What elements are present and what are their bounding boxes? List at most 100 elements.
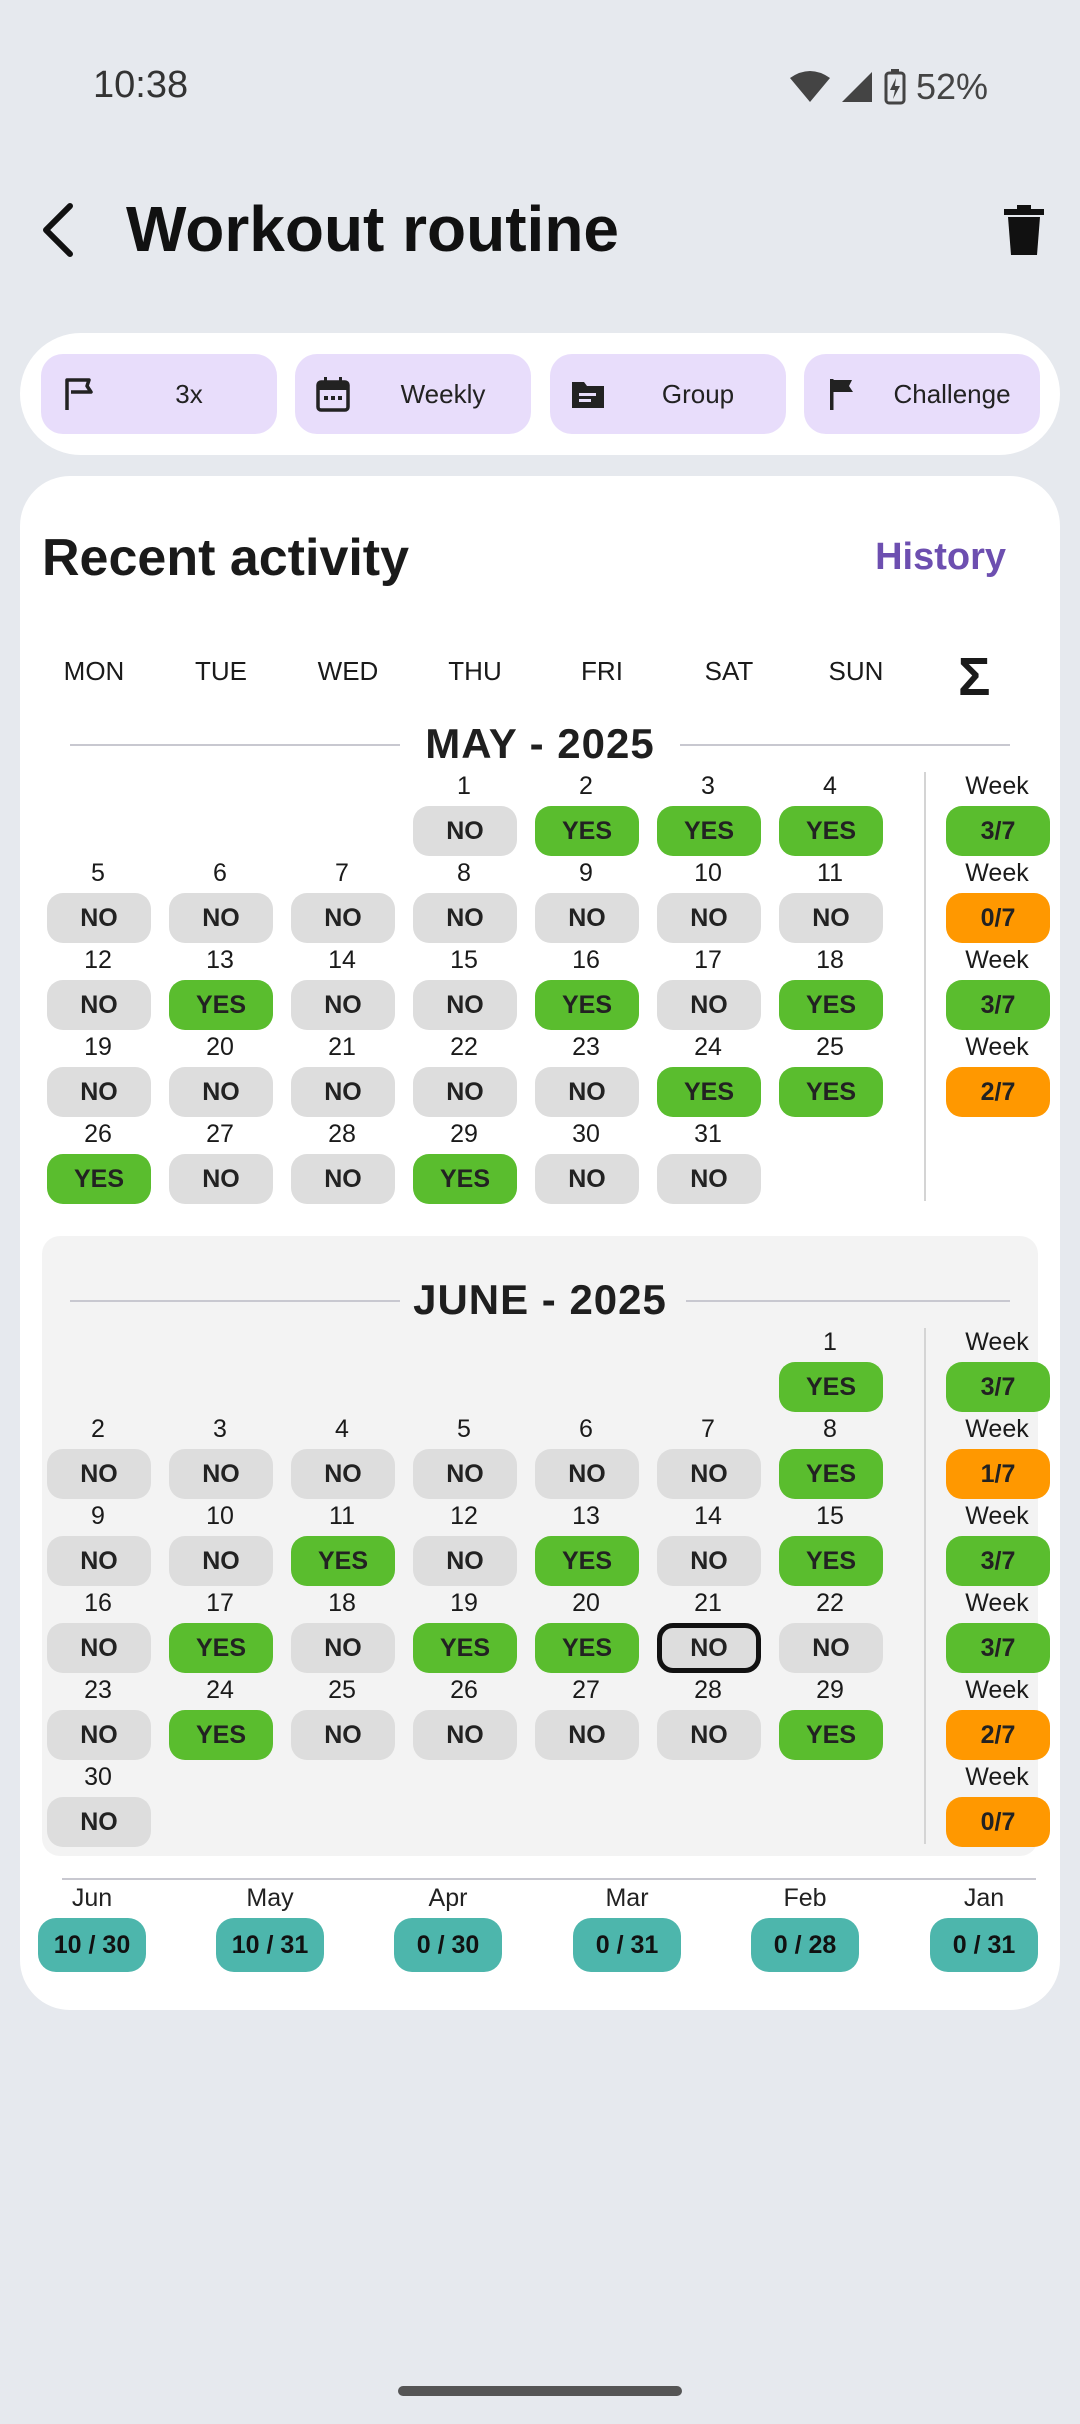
day-cell[interactable]: 26 YES bbox=[45, 1120, 151, 1204]
day-cell[interactable]: 13 YES bbox=[167, 946, 273, 1030]
day-cell[interactable]: 28 NO bbox=[655, 1676, 761, 1760]
day-cell[interactable]: 27 NO bbox=[167, 1120, 273, 1204]
day-status[interactable]: YES bbox=[47, 1154, 151, 1204]
day-cell[interactable]: 2 YES bbox=[533, 772, 639, 856]
day-status[interactable]: YES bbox=[535, 1536, 639, 1586]
day-status[interactable]: NO bbox=[657, 1154, 761, 1204]
day-cell[interactable]: 16 NO bbox=[45, 1589, 151, 1673]
day-cell[interactable]: 1 NO bbox=[411, 772, 517, 856]
day-cell[interactable]: 23 NO bbox=[45, 1676, 151, 1760]
day-cell[interactable]: 3 YES bbox=[655, 772, 761, 856]
day-status[interactable]: YES bbox=[535, 980, 639, 1030]
day-cell[interactable]: 30 NO bbox=[533, 1120, 639, 1204]
day-cell[interactable]: 2 NO bbox=[45, 1415, 151, 1499]
month-summary-item[interactable]: May 10 / 31 bbox=[216, 1884, 324, 1974]
day-status[interactable]: NO bbox=[413, 980, 517, 1030]
day-status[interactable]: YES bbox=[779, 1449, 883, 1499]
day-status[interactable]: NO bbox=[291, 1449, 395, 1499]
day-status[interactable]: NO bbox=[535, 1710, 639, 1760]
back-button[interactable] bbox=[28, 200, 88, 260]
day-cell[interactable]: 17 YES bbox=[167, 1589, 273, 1673]
day-status[interactable]: YES bbox=[169, 1710, 273, 1760]
month-summary-item[interactable]: Apr 0 / 30 bbox=[394, 1884, 502, 1974]
day-status[interactable]: NO bbox=[169, 893, 273, 943]
day-status[interactable]: NO bbox=[413, 1067, 517, 1117]
day-cell[interactable]: 17 NO bbox=[655, 946, 761, 1030]
day-cell[interactable]: 27 NO bbox=[533, 1676, 639, 1760]
day-cell[interactable]: 12 NO bbox=[411, 1502, 517, 1586]
day-status[interactable]: YES bbox=[169, 1623, 273, 1673]
day-cell[interactable]: 9 NO bbox=[45, 1502, 151, 1586]
day-cell[interactable]: 12 NO bbox=[45, 946, 151, 1030]
day-status[interactable]: NO bbox=[47, 1536, 151, 1586]
chip-group[interactable]: Group bbox=[550, 354, 786, 434]
day-status[interactable]: NO bbox=[413, 806, 517, 856]
day-cell[interactable]: 28 NO bbox=[289, 1120, 395, 1204]
day-cell[interactable]: 15 NO bbox=[411, 946, 517, 1030]
day-status[interactable]: NO bbox=[657, 1449, 761, 1499]
day-status[interactable]: NO bbox=[657, 980, 761, 1030]
day-status[interactable]: NO bbox=[169, 1154, 273, 1204]
chip-period[interactable]: Weekly bbox=[295, 354, 531, 434]
day-cell[interactable]: 18 NO bbox=[289, 1589, 395, 1673]
day-status[interactable]: NO bbox=[291, 980, 395, 1030]
day-cell[interactable]: 5 NO bbox=[45, 859, 151, 943]
day-cell[interactable]: 4 NO bbox=[289, 1415, 395, 1499]
day-status[interactable]: NO bbox=[535, 1154, 639, 1204]
month-summary-item[interactable]: Mar 0 / 31 bbox=[573, 1884, 681, 1974]
day-status[interactable]: YES bbox=[413, 1623, 517, 1673]
day-status[interactable]: NO bbox=[169, 1067, 273, 1117]
day-cell[interactable]: 20 YES bbox=[533, 1589, 639, 1673]
day-cell[interactable]: 25 YES bbox=[777, 1033, 883, 1117]
delete-button[interactable] bbox=[996, 202, 1052, 258]
day-status[interactable]: YES bbox=[779, 980, 883, 1030]
day-cell[interactable]: 20 NO bbox=[167, 1033, 273, 1117]
day-cell[interactable]: 13 YES bbox=[533, 1502, 639, 1586]
day-cell[interactable]: 26 NO bbox=[411, 1676, 517, 1760]
day-status[interactable]: NO bbox=[47, 1449, 151, 1499]
chip-challenge[interactable]: Challenge bbox=[804, 354, 1040, 434]
day-status[interactable]: NO bbox=[413, 1449, 517, 1499]
day-cell[interactable]: 3 NO bbox=[167, 1415, 273, 1499]
day-status[interactable]: YES bbox=[291, 1536, 395, 1586]
day-cell[interactable]: 9 NO bbox=[533, 859, 639, 943]
day-status[interactable]: YES bbox=[169, 980, 273, 1030]
day-status[interactable]: YES bbox=[657, 1067, 761, 1117]
month-summary-item[interactable]: Jun 10 / 30 bbox=[38, 1884, 146, 1974]
day-cell[interactable]: 21 NO bbox=[655, 1589, 761, 1673]
day-status[interactable]: NO bbox=[169, 1536, 273, 1586]
day-status[interactable]: NO bbox=[291, 1710, 395, 1760]
day-cell[interactable]: 16 YES bbox=[533, 946, 639, 1030]
day-cell[interactable]: 11 NO bbox=[777, 859, 883, 943]
day-cell[interactable]: 19 YES bbox=[411, 1589, 517, 1673]
day-cell[interactable]: 21 NO bbox=[289, 1033, 395, 1117]
day-cell[interactable]: 24 YES bbox=[167, 1676, 273, 1760]
day-status[interactable]: YES bbox=[779, 1067, 883, 1117]
home-indicator[interactable] bbox=[398, 2386, 682, 2396]
day-status[interactable]: NO bbox=[47, 893, 151, 943]
month-summary-item[interactable]: Jan 0 / 31 bbox=[930, 1884, 1038, 1974]
day-status[interactable]: YES bbox=[779, 1536, 883, 1586]
day-status[interactable]: NO bbox=[535, 1067, 639, 1117]
day-cell[interactable]: 10 NO bbox=[167, 1502, 273, 1586]
day-cell[interactable]: 24 YES bbox=[655, 1033, 761, 1117]
day-status[interactable]: NO bbox=[291, 893, 395, 943]
day-cell[interactable]: 29 YES bbox=[777, 1676, 883, 1760]
day-cell[interactable]: 23 NO bbox=[533, 1033, 639, 1117]
day-cell[interactable]: 19 NO bbox=[45, 1033, 151, 1117]
day-status[interactable]: NO bbox=[535, 1449, 639, 1499]
day-cell[interactable]: 8 YES bbox=[777, 1415, 883, 1499]
day-status[interactable]: NO bbox=[657, 893, 761, 943]
day-status[interactable]: YES bbox=[779, 1710, 883, 1760]
day-cell[interactable]: 25 NO bbox=[289, 1676, 395, 1760]
chip-frequency[interactable]: 3x bbox=[41, 354, 277, 434]
day-status[interactable]: YES bbox=[535, 806, 639, 856]
day-cell[interactable]: 15 YES bbox=[777, 1502, 883, 1586]
day-status[interactable]: NO bbox=[657, 1710, 761, 1760]
day-status[interactable]: NO bbox=[413, 893, 517, 943]
day-cell[interactable]: 29 YES bbox=[411, 1120, 517, 1204]
day-cell[interactable]: 6 NO bbox=[167, 859, 273, 943]
day-status[interactable]: YES bbox=[779, 806, 883, 856]
day-cell[interactable]: 31 NO bbox=[655, 1120, 761, 1204]
day-status[interactable]: NO bbox=[291, 1067, 395, 1117]
